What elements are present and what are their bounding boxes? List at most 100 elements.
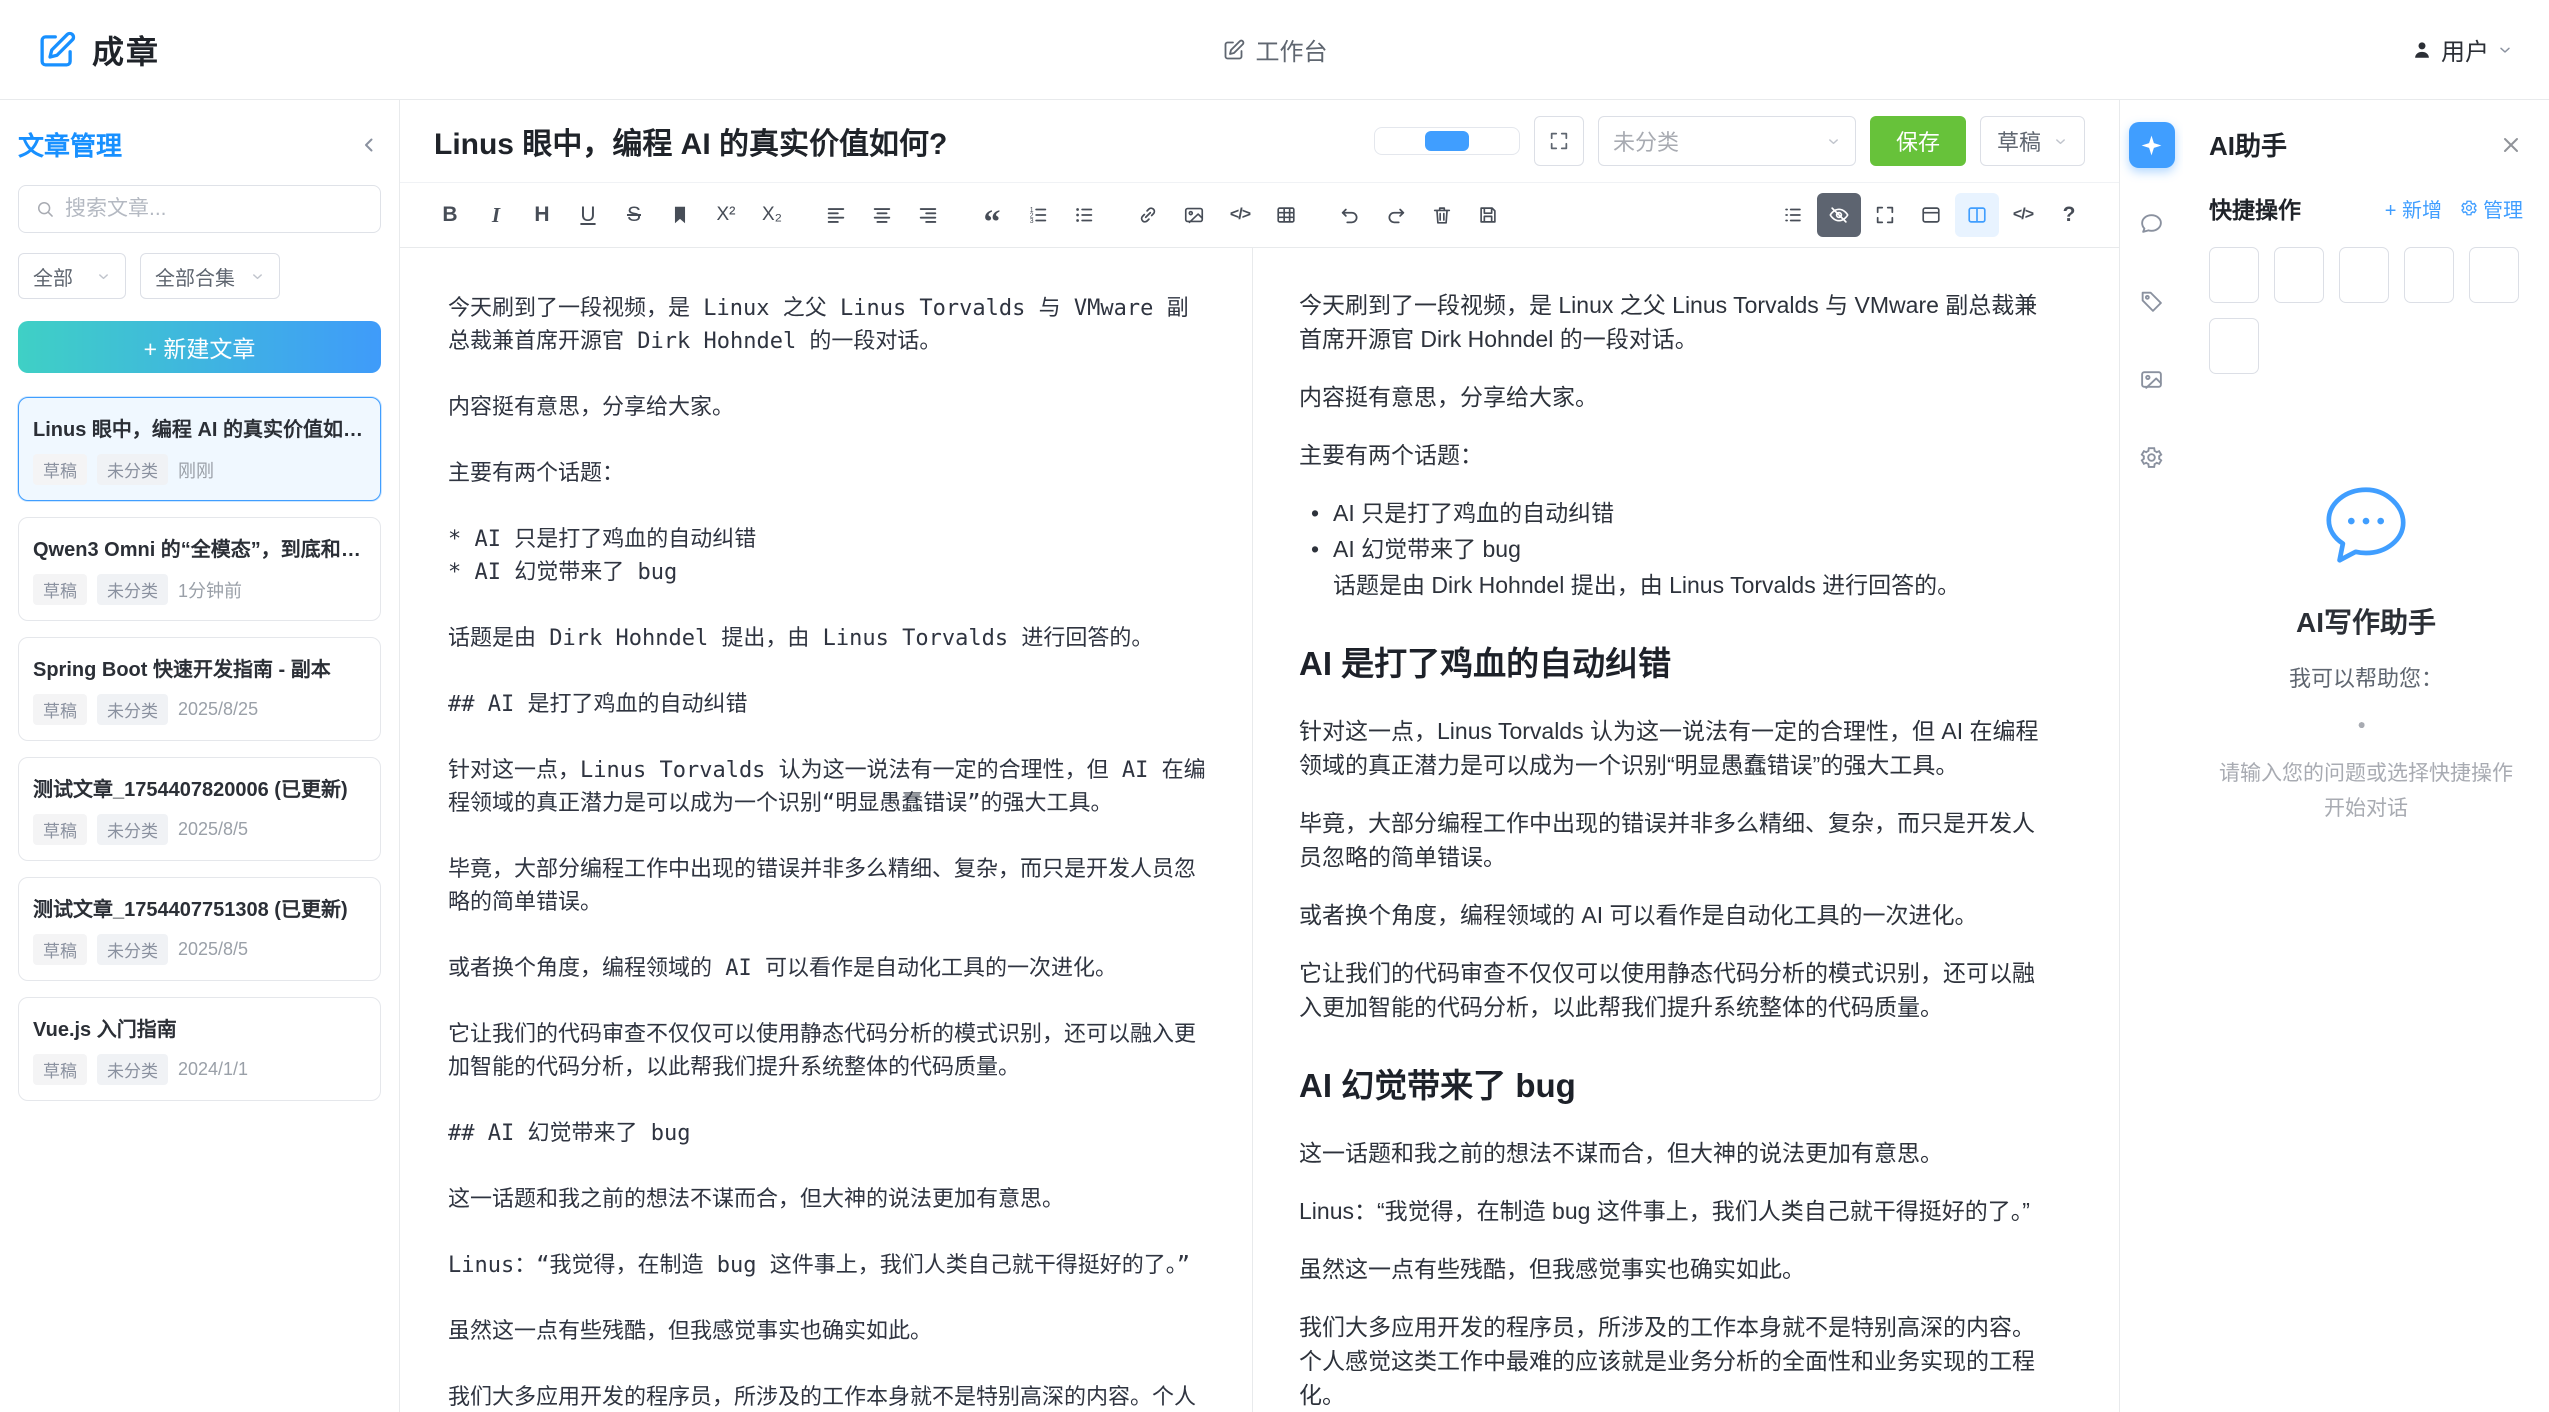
article-item-title: Vue.js 入门指南 [33,1013,366,1042]
tab-preview[interactable] [1472,131,1516,151]
toolbar-save-file[interactable] [1466,193,1510,237]
preview-block: •AI 幻觉带来了 bug [1299,1064,2057,1108]
save-button[interactable]: 保存 [1870,116,1966,166]
toolbar-source-code[interactable]: </> [2001,193,2045,237]
quick-action-button[interactable] [2274,247,2324,303]
workbench-link[interactable]: 工作台 [1222,32,1328,67]
quick-actions-title: 快捷操作 [2209,191,2301,225]
search-input[interactable] [65,197,364,221]
category-badge: 未分类 [97,454,168,485]
strip-settings-icon[interactable] [2129,434,2175,480]
toolbar-right-group: </>? [1771,193,2091,237]
article-item-meta: 草稿 未分类 刚刚 [33,454,366,485]
article-time: 2024/1/1 [178,1059,248,1080]
preview-block: •AI 只是打了鸡血的自动纠错 [1299,496,2057,530]
assistant-title: AI写作助手 [2209,601,2523,641]
toolbar-heading[interactable]: H [520,193,564,237]
toolbar-superscript[interactable]: X² [704,193,748,237]
strip-tag-icon[interactable] [2129,278,2175,324]
toolbar-toolbar-toggle[interactable] [1909,193,1953,237]
toolbar-ordered-list[interactable]: 123 [1016,193,1060,237]
manage-quick-actions-button[interactable]: 管理 [2460,194,2523,223]
toolbar-outline[interactable] [1771,193,1815,237]
toolbar-subscript[interactable]: X₂ [750,193,794,237]
new-article-button[interactable]: + 新建文章 [18,321,381,373]
edit-icon [1222,38,1246,62]
editor-fullscreen-button[interactable] [1534,116,1584,166]
preview-content: •今天刷到了一段视频，是 Linux 之父 Linus Torvalds 与 V… [1299,288,2057,1412]
toolbar-align-left[interactable] [814,193,858,237]
article-time: 刚刚 [178,457,214,483]
ai-assistant-panel: AI助手 快捷操作 + 新增 管理 [2183,100,2549,1412]
article-item-6[interactable]: Vue.js 入门指南 草稿 未分类 2024/1/1 [18,997,381,1101]
app-root: 成章 工作台 用户 文章管理 [0,0,2549,1412]
filter-status-select[interactable]: 全部 [18,253,126,299]
bullet-marker: • [1311,532,1319,566]
toolbar-underline[interactable]: U [566,193,610,237]
chevron-down-icon [2497,42,2513,58]
article-item-title: 测试文章_1754407820006 (已更新) [33,773,366,802]
strip-template-icon[interactable] [2129,356,2175,402]
preview-block: •内容挺有意思，分享给大家。 [1299,380,2057,414]
add-quick-action-button[interactable]: + 新增 [2385,194,2442,223]
quick-action-button[interactable] [2209,247,2259,303]
bullet-marker: • [1311,496,1319,530]
toolbar-preview-toggle[interactable] [1817,193,1861,237]
toolbar-undo[interactable] [1328,193,1372,237]
toolbar-inline-code[interactable]: </> [1218,193,1262,237]
sidebar-collapse-button[interactable] [357,133,381,157]
article-item-4[interactable]: 测试文章_1754407820006 (已更新) 草稿 未分类 2025/8/5 [18,757,381,861]
toolbar-link[interactable] [1126,193,1170,237]
article-item-3[interactable]: Spring Boot 快速开发指南 - 副本 草稿 未分类 2025/8/25 [18,637,381,741]
preview-block: •话题是由 Dirk Hohndel 提出，由 Linus Torvalds 进… [1299,568,2057,602]
toolbar-blockquote[interactable]: “ [970,193,1014,237]
toolbar-help[interactable]: ? [2047,193,2091,237]
status-select-value: 草稿 [1997,125,2041,157]
filter-collection-select[interactable]: 全部合集 [140,253,280,299]
quick-action-button[interactable] [2339,247,2389,303]
article-item-2[interactable]: Qwen3 Omni 的“全模态”，到底和多模 草稿 未分类 1分钟前 [18,517,381,621]
close-icon[interactable] [2499,133,2523,157]
assistant-intro: 我可以帮助您： [2209,661,2523,693]
strip-chat-icon[interactable] [2129,200,2175,246]
tab-split[interactable] [1425,131,1469,151]
toolbar-bold[interactable]: B [428,193,472,237]
category-badge: 未分类 [97,934,168,965]
toolbar-redo[interactable] [1374,193,1418,237]
toolbar-italic[interactable]: I [474,193,518,237]
toolbar-unordered-list[interactable] [1062,193,1106,237]
toolbar-table[interactable] [1264,193,1308,237]
toolbar-image[interactable] [1172,193,1216,237]
toolbar-align-center[interactable] [860,193,904,237]
article-item-1[interactable]: Linus 眼中，编程 AI 的真实价值如何? 草稿 未分类 刚刚 [18,397,381,501]
category-select[interactable]: 未分类 [1598,116,1856,166]
app-brand[interactable]: 成章 [36,27,160,73]
search-box[interactable] [18,185,381,233]
toolbar-align-right[interactable] [906,193,950,237]
toolbar-bookmark[interactable] [658,193,702,237]
strip-ai-assistant-icon[interactable] [2129,122,2175,168]
category-badge: 未分类 [97,694,168,725]
toolbar-split-view[interactable] [1955,193,1999,237]
markdown-source-pane[interactable]: 今天刷到了一段视频，是 Linux 之父 Linus Torvalds 与 VM… [400,248,1253,1412]
filter-collection-value: 全部合集 [155,262,235,291]
toolbar-separator [952,193,968,237]
article-item-title: Spring Boot 快速开发指南 - 副本 [33,653,366,682]
tab-edit[interactable] [1378,131,1422,151]
toolbar-delete[interactable] [1420,193,1464,237]
toolbar-fullscreen[interactable] [1863,193,1907,237]
markdown-source[interactable]: 今天刷到了一段视频，是 Linux 之父 Linus Torvalds 与 VM… [448,292,1206,1412]
user-menu[interactable]: 用户 [2411,32,2513,67]
status-select[interactable]: 草稿 [1980,116,2085,166]
formatting-toolbar: BIHUS X²X₂ “123 </> </>? [400,183,2119,248]
editor-section: Linus 眼中，编程 AI 的真实价值如何? 未分类 保存 草稿 [400,100,2119,1412]
quick-action-button[interactable] [2404,247,2454,303]
article-list: Linus 眼中，编程 AI 的真实价值如何? 草稿 未分类 刚刚 Qwen3 … [18,397,381,1101]
category-select-value: 未分类 [1613,125,1679,157]
article-item-5[interactable]: 测试文章_1754407751308 (已更新) 草稿 未分类 2025/8/5 [18,877,381,981]
toolbar-strikethrough[interactable]: S [612,193,656,237]
quick-action-button[interactable] [2209,318,2259,374]
status-badge: 草稿 [33,814,87,845]
quick-action-button[interactable] [2469,247,2519,303]
ai-empty-state: AI写作助手 我可以帮助您： 请输入您的问题或选择快捷操作开始对话 [2183,478,2549,826]
